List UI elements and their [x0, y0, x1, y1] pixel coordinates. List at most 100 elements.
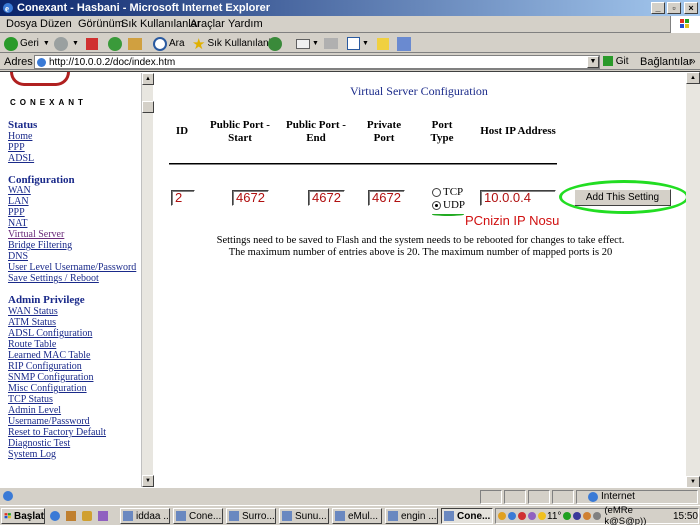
sidebar-item-rip-configuration[interactable]: RIP Configuration: [8, 361, 82, 372]
tray-icon[interactable]: [498, 512, 506, 520]
scroll-up-button[interactable]: ▲: [142, 73, 154, 85]
sidebar-item-home[interactable]: Home: [8, 131, 32, 142]
main-scrollbar[interactable]: ▲ ▼: [686, 72, 700, 488]
sidebar-item-system-log[interactable]: System Log: [8, 449, 56, 460]
stop-button[interactable]: [86, 35, 98, 52]
start-button[interactable]: Başlat: [1, 508, 45, 524]
discuss-button[interactable]: [377, 35, 389, 52]
tray-icon[interactable]: [563, 512, 572, 520]
tcp-radio[interactable]: TCP: [432, 186, 463, 198]
tcp-radio-circle[interactable]: [432, 187, 441, 197]
window-icon: [388, 511, 398, 521]
tray-icon[interactable]: [573, 512, 582, 520]
taskbar-item[interactable]: Sunu...: [279, 508, 329, 524]
links-button[interactable]: Bağlantılar: [640, 56, 693, 68]
udp-radio[interactable]: UDP: [432, 199, 465, 211]
taskbar-item[interactable]: Cone...: [173, 508, 223, 524]
sidebar-item-reset-factory[interactable]: Reset to Factory Default: [8, 427, 106, 438]
taskbar-item[interactable]: Surro...: [226, 508, 276, 524]
network-icon[interactable]: [593, 512, 602, 520]
tray-icon[interactable]: [583, 512, 592, 520]
public-port-end-field[interactable]: 4672: [308, 190, 345, 206]
home-button[interactable]: [128, 35, 142, 52]
sidebar-item-save-reboot[interactable]: Save Settings / Reboot: [8, 273, 99, 284]
sidebar-item-route-table[interactable]: Route Table: [8, 339, 56, 350]
home-icon: [128, 37, 142, 50]
sidebar-item-atm-status[interactable]: ATM Status: [8, 317, 56, 328]
taskbar-item[interactable]: eMul...: [332, 508, 382, 524]
divider-shadow: [169, 164, 557, 165]
sidebar-item-virtual-server[interactable]: Virtual Server: [8, 229, 64, 240]
sidebar-item-bridge-filtering[interactable]: Bridge Filtering: [8, 240, 72, 251]
sidebar-item-dns[interactable]: DNS: [8, 251, 28, 262]
sidebar-item-nat[interactable]: NAT: [8, 218, 27, 229]
tray-icon[interactable]: [528, 512, 536, 520]
go-button[interactable]: Git: [603, 56, 629, 67]
sidebar-item-snmp-configuration[interactable]: SNMP Configuration: [8, 372, 93, 383]
close-button[interactable]: ×: [684, 2, 698, 14]
public-port-start-field[interactable]: 4672: [232, 190, 269, 206]
sidebar-item-lan[interactable]: LAN: [8, 196, 29, 207]
edit-button[interactable]: ▼: [347, 35, 369, 52]
sidebar-frame: CONEXANT Status Home PPP ADSL Configurat…: [0, 72, 154, 488]
sidebar-item-adsl[interactable]: ADSL: [8, 153, 34, 164]
menu-view[interactable]: Görünüm: [78, 18, 124, 30]
udp-radio-circle[interactable]: [432, 200, 441, 210]
sidebar-item-diagnostic-test[interactable]: Diagnostic Test: [8, 438, 70, 449]
sidebar-item-wan[interactable]: WAN: [8, 185, 31, 196]
mail-icon: [296, 38, 310, 49]
weather-icon[interactable]: [538, 512, 546, 520]
menu-edit[interactable]: Düzen: [40, 18, 72, 30]
taskbar-item[interactable]: engin ...: [385, 508, 438, 524]
quicklaunch-icon[interactable]: [82, 511, 92, 521]
maximize-button[interactable]: ▫: [667, 2, 681, 14]
sidebar-item-admin-level[interactable]: Admin Level: [8, 405, 61, 416]
sidebar-item-username-password[interactable]: Username/Password: [8, 416, 90, 427]
quicklaunch-icon[interactable]: [66, 511, 76, 521]
search-button[interactable]: Ara: [153, 35, 185, 52]
ie-quicklaunch-icon[interactable]: [50, 511, 60, 521]
sidebar-item-wan-status[interactable]: WAN Status: [8, 306, 58, 317]
add-setting-button[interactable]: Add This Setting: [574, 189, 671, 206]
address-input[interactable]: http://10.0.0.2/doc/index.htm ▼: [34, 55, 600, 69]
address-label: Adres: [4, 56, 33, 68]
page-done-icon: [3, 491, 13, 501]
favorites-button[interactable]: ★ Sık Kullanılanlar: [192, 35, 280, 53]
quicklaunch-icon[interactable]: [98, 511, 108, 521]
minimize-button[interactable]: _: [651, 2, 665, 14]
scroll-down-button[interactable]: ▼: [142, 475, 154, 487]
sidebar-item-ppp-status[interactable]: PPP: [8, 142, 25, 153]
tray-icon[interactable]: [508, 512, 516, 520]
private-port-field[interactable]: 4672: [368, 190, 405, 206]
taskbar-item-active[interactable]: Cone...: [441, 508, 493, 524]
back-arrow-icon: [4, 36, 18, 51]
history-button[interactable]: [268, 35, 282, 52]
back-button[interactable]: Geri ▼: [4, 35, 50, 52]
scroll-up-button[interactable]: ▲: [686, 72, 700, 84]
chevron-right-icon[interactable]: »: [690, 56, 696, 67]
sidebar-item-adsl-configuration[interactable]: ADSL Configuration: [8, 328, 92, 339]
window-icon: [444, 511, 454, 521]
address-dropdown-button[interactable]: ▼: [587, 56, 599, 68]
sidebar-scrollbar[interactable]: ▲ ▼: [141, 73, 154, 487]
taskbar-item[interactable]: iddaa ...: [120, 508, 170, 524]
refresh-button[interactable]: [108, 35, 122, 52]
id-field[interactable]: 2: [171, 190, 195, 206]
messenger-button[interactable]: [397, 35, 411, 52]
sidebar-item-user-level[interactable]: User Level Username/Password: [8, 262, 136, 273]
sidebar-item-ppp[interactable]: PPP: [8, 207, 25, 218]
mail-button[interactable]: ▼: [296, 35, 319, 52]
sidebar-item-misc-configuration[interactable]: Misc Configuration: [8, 383, 87, 394]
tray-icon[interactable]: [518, 512, 526, 520]
menu-tools[interactable]: Araçlar: [190, 18, 225, 30]
sidebar-item-tcp-status[interactable]: TCP Status: [8, 394, 53, 405]
menu-favorites[interactable]: Sık Kullanılanlar: [121, 18, 201, 30]
forward-button[interactable]: ▼: [54, 35, 79, 52]
scroll-thumb[interactable]: [142, 101, 154, 113]
clock[interactable]: 15:50: [673, 511, 698, 522]
menu-help[interactable]: Yardım: [228, 18, 263, 30]
menu-file[interactable]: Dosya: [6, 18, 37, 30]
sidebar-item-learned-mac[interactable]: Learned MAC Table: [8, 350, 90, 361]
print-button[interactable]: [324, 35, 338, 52]
host-ip-field[interactable]: 10.0.0.4: [480, 190, 556, 206]
